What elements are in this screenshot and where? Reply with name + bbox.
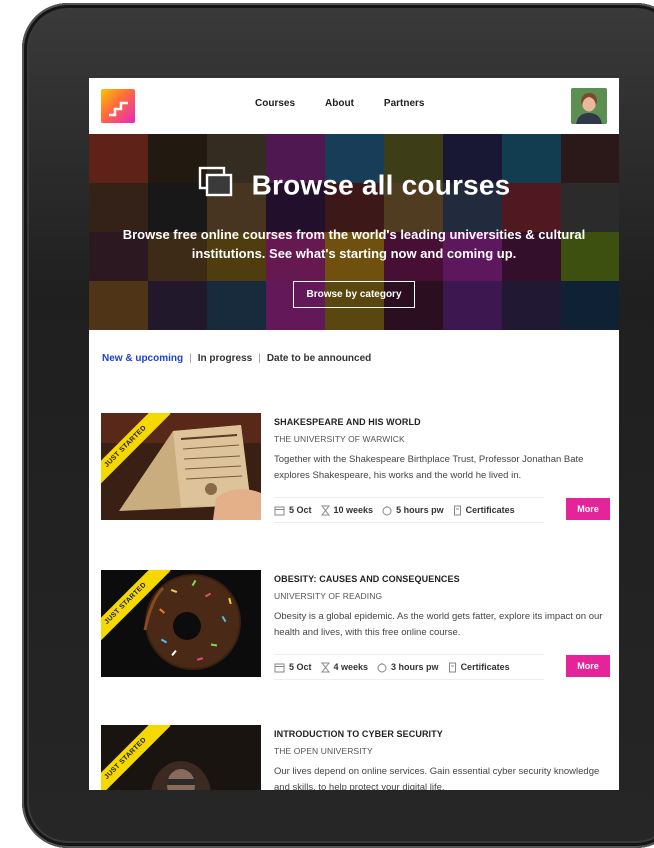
- course-image[interactable]: JUST STARTED: [101, 413, 261, 520]
- hero-title: Browse all courses: [89, 166, 619, 205]
- certificates: Certificates: [448, 662, 510, 673]
- nav-partners[interactable]: Partners: [384, 98, 425, 109]
- certificate-icon: [448, 662, 456, 672]
- course-title[interactable]: OBESITY: CAUSES AND CONSEQUENCES: [274, 574, 460, 584]
- effort-text: 5 hours pw: [396, 505, 444, 515]
- course-meta: 5 Oct 4 weeks 3 hours pw Certificates: [274, 654, 544, 680]
- nav-about[interactable]: About: [325, 98, 354, 109]
- course-description: Obesity is a global epidemic. As the wor…: [274, 611, 603, 638]
- start-date-text: 5 Oct: [289, 505, 312, 515]
- hourglass-icon: [320, 505, 330, 515]
- certificates-text: Certificates: [465, 505, 515, 515]
- course-filter-tabs: New & upcoming | In progress | Date to be an…: [102, 353, 371, 364]
- duration-text: 10 weeks: [333, 505, 374, 515]
- effort: 3 hours pw: [377, 662, 439, 673]
- top-bar: Courses About Partners: [89, 78, 619, 134]
- certificate-icon: [453, 505, 461, 515]
- course-card[interactable]: JUST STARTED INTRODUCTION TO CYBER SECUR…: [101, 725, 611, 790]
- tab-date-tba[interactable]: Date to be announced: [267, 353, 371, 364]
- nav-courses[interactable]: Courses: [255, 98, 295, 109]
- course-card[interactable]: JUST STARTED SHAKESPEARE AND HIS WORLD T…: [101, 413, 611, 523]
- tab-separator: |: [189, 353, 192, 364]
- start-date: 5 Oct: [274, 662, 312, 673]
- tab-separator: |: [258, 353, 261, 364]
- browse-by-category-button[interactable]: Browse by category: [293, 281, 415, 308]
- duration: 4 weeks: [320, 662, 369, 673]
- more-button[interactable]: More: [566, 655, 610, 677]
- certificates: Certificates: [453, 505, 515, 516]
- tab-in-progress[interactable]: In progress: [198, 353, 252, 364]
- course-title[interactable]: INTRODUCTION TO CYBER SECURITY: [274, 729, 443, 739]
- course-university: THE UNIVERSITY OF WARWICK: [274, 434, 405, 444]
- course-card[interactable]: JUST STARTED OBESITY: CAUSES AND CONSEQU…: [101, 570, 611, 680]
- course-university: UNIVERSITY OF READING: [274, 591, 383, 601]
- start-date-text: 5 Oct: [289, 662, 312, 672]
- course-image[interactable]: JUST STARTED: [101, 570, 261, 677]
- hero-banner: Browse all courses Browse free online co…: [89, 134, 619, 330]
- hero-title-text: Browse all courses: [251, 169, 511, 201]
- start-date: 5 Oct: [274, 505, 312, 516]
- course-meta: 5 Oct 10 weeks 5 hours pw Certificates: [274, 497, 544, 523]
- course-university: THE OPEN UNIVERSITY: [274, 746, 373, 756]
- duration-text: 4 weeks: [333, 662, 369, 672]
- more-button[interactable]: More: [566, 498, 610, 520]
- certificates-text: Certificates: [460, 662, 510, 672]
- calendar-icon: [274, 663, 285, 672]
- course-title[interactable]: SHAKESPEARE AND HIS WORLD: [274, 417, 421, 427]
- user-avatar[interactable]: [571, 88, 607, 124]
- main-nav: Courses About Partners: [255, 98, 424, 109]
- tab-new-upcoming[interactable]: New & upcoming: [102, 353, 183, 364]
- effort: 5 hours pw: [382, 505, 444, 516]
- stopwatch-icon: [382, 505, 392, 515]
- effort-text: 3 hours pw: [391, 662, 439, 672]
- calendar-icon: [274, 506, 285, 515]
- hourglass-icon: [320, 662, 330, 672]
- hero-subtitle: Browse free online courses from the worl…: [122, 227, 586, 261]
- browse-icon: [198, 166, 234, 205]
- course-description: Together with the Shakespeare Birthplace…: [274, 454, 584, 481]
- site-logo[interactable]: [101, 89, 135, 123]
- duration: 10 weeks: [320, 505, 374, 516]
- stopwatch-icon: [377, 662, 387, 672]
- course-image[interactable]: JUST STARTED: [101, 725, 261, 790]
- course-description: Our lives depend on online services. Gai…: [274, 766, 600, 790]
- tablet-screen: Courses About Partners Browse all course…: [89, 78, 619, 790]
